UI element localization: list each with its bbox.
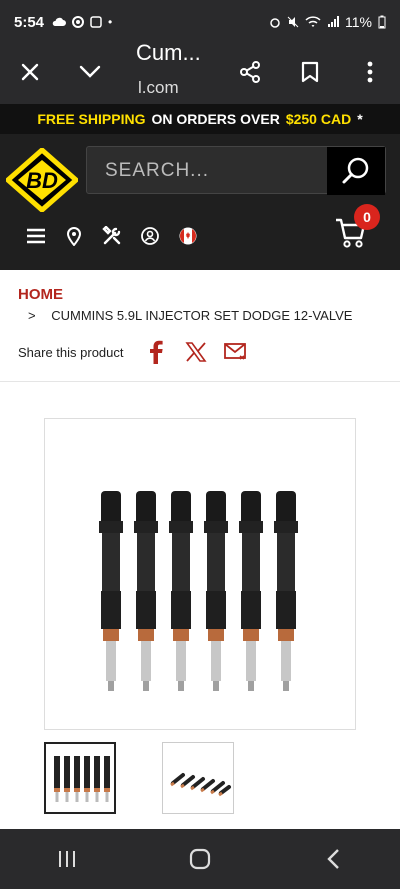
status-left-icons: • <box>52 15 112 29</box>
cloud-icon <box>52 17 67 26</box>
page-url: l.com <box>138 78 179 97</box>
shipping-asterisk: * <box>357 111 363 127</box>
menu-button[interactable] <box>26 226 46 246</box>
store-locator-button[interactable] <box>64 226 84 246</box>
breadcrumb-current-label: CUMMINS 5.9L INJECTOR SET DODGE 12-VALVE <box>51 308 353 323</box>
product-thumbnails <box>44 742 234 814</box>
cart-button[interactable]: 0 <box>334 204 380 252</box>
signal-icon <box>328 16 340 27</box>
more-vert-icon <box>367 61 373 83</box>
mute-icon <box>287 16 299 28</box>
more-options-button[interactable] <box>352 54 388 90</box>
breadcrumb-home-link[interactable]: HOME <box>18 286 63 303</box>
back-button[interactable] <box>313 839 353 879</box>
shipping-label: FREE SHIPPING <box>37 111 146 127</box>
logo-text: BD <box>26 168 58 193</box>
search-button[interactable] <box>327 147 385 195</box>
bookmark-icon <box>301 61 319 83</box>
share-product: Share this product <box>18 340 264 364</box>
share-icon <box>240 61 260 83</box>
chrome-icon <box>72 16 85 28</box>
close-tab-button[interactable] <box>12 54 48 90</box>
account-button[interactable] <box>140 226 160 246</box>
thumbnail-2[interactable] <box>162 742 234 814</box>
shipping-condition: ON ORDERS OVER <box>151 111 280 127</box>
minimize-button[interactable] <box>72 54 108 90</box>
tools-button[interactable] <box>102 226 122 246</box>
share-x-button[interactable] <box>184 340 208 364</box>
bookmark-button[interactable] <box>292 54 328 90</box>
recent-apps-icon <box>58 851 75 867</box>
user-icon <box>141 227 159 245</box>
breadcrumb: HOME > CUMMINS 5.9L INJECTOR SET DODGE 1… <box>18 286 352 323</box>
chevron-down-icon <box>79 65 101 78</box>
thumbnail-1[interactable] <box>44 742 116 814</box>
tools-icon <box>102 226 121 245</box>
home-icon <box>189 848 211 870</box>
android-nav-bar <box>0 829 400 889</box>
status-right: 11% <box>269 14 386 30</box>
battery-level: 11% <box>345 14 372 30</box>
share-email-button[interactable] <box>223 340 248 364</box>
app-icon <box>90 16 102 28</box>
facebook-icon <box>149 340 163 364</box>
site-header: BD SEARCH... 0 <box>0 134 400 270</box>
menu-icon <box>27 228 45 244</box>
page-title: Cum... <box>136 40 201 65</box>
browser-toolbar: Cum... l.com <box>0 40 400 104</box>
home-button[interactable] <box>180 839 220 879</box>
search-icon <box>342 157 369 184</box>
breadcrumb-current: > CUMMINS 5.9L INJECTOR SET DODGE 12-VAL… <box>28 308 388 323</box>
alarm-icon <box>270 18 280 28</box>
injectors-image <box>99 491 298 691</box>
canada-flag-icon <box>179 227 197 245</box>
country-selector[interactable] <box>178 226 198 246</box>
section-divider <box>0 381 400 382</box>
share-label: Share this product <box>18 344 124 360</box>
cart-count-badge: 0 <box>354 204 380 230</box>
search-input[interactable]: SEARCH... <box>105 160 209 182</box>
dot-icon: • <box>108 15 113 29</box>
product-main-image[interactable] <box>44 418 356 730</box>
status-time: 5:54 <box>14 13 45 31</box>
email-icon <box>223 343 246 360</box>
thumbnail-2-image <box>170 773 231 797</box>
status-bar: 5:54 • 11% <box>0 0 400 44</box>
search-bar[interactable]: SEARCH... <box>86 146 386 195</box>
battery-icon <box>378 15 386 29</box>
x-twitter-icon <box>184 342 207 362</box>
close-icon <box>21 63 39 81</box>
breadcrumb-separator: > <box>28 308 36 323</box>
location-pin-icon <box>66 227 82 246</box>
back-icon <box>327 849 340 869</box>
share-page-button[interactable] <box>232 54 268 90</box>
share-facebook-button[interactable] <box>144 340 168 364</box>
header-nav <box>26 226 198 246</box>
bd-logo[interactable]: BD <box>4 146 80 214</box>
recent-apps-button[interactable] <box>47 839 87 879</box>
shipping-amount: $250 CAD <box>285 111 352 127</box>
wifi-icon <box>305 16 321 27</box>
thumbnail-1-image <box>54 756 110 802</box>
free-shipping-banner[interactable]: FREE SHIPPING ON ORDERS OVER $250 CAD * <box>0 104 400 134</box>
